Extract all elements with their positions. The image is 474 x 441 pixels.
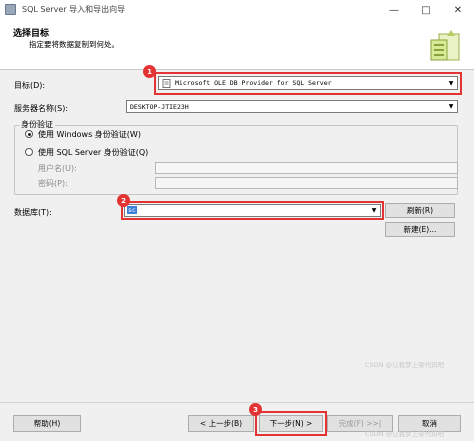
username-input[interactable] (155, 162, 458, 174)
annotation-marker-1: 1 (143, 65, 156, 78)
wizard-header: 选择目标 指定要将数据复制到何处。 (0, 20, 474, 70)
username-label: 用户名(U): (38, 164, 77, 173)
minimize-button[interactable]: — (378, 0, 410, 20)
help-button[interactable]: 帮助(H) (13, 415, 81, 432)
page-subtitle: 指定要将数据复制到何处。 (29, 40, 119, 49)
server-value: DESKTOP-JTIE23H (130, 102, 189, 111)
title-bar: SQL Server 导入和导出向导 — □ ✕ (0, 0, 474, 20)
app-icon (5, 4, 16, 15)
maximize-button[interactable]: □ (410, 0, 442, 20)
wizard-icon (430, 30, 460, 61)
server-combobox[interactable]: DESKTOP-JTIE23H ▼ (126, 100, 458, 113)
password-label: 密码(P): (38, 179, 68, 188)
page-title: 选择目标 (13, 29, 50, 39)
back-button[interactable]: < 上一步(B) (188, 415, 254, 432)
watermark-text-bottom: CSDN @让我梦上架代码吧 (365, 430, 445, 438)
new-database-button[interactable]: 新建(E)... (385, 222, 455, 237)
destination-label: 目标(D): (14, 81, 46, 90)
windows-auth-label[interactable]: 使用 Windows 身份验证(W) (38, 129, 141, 140)
footer-divider (0, 402, 474, 403)
annotation-marker-3: 3 (249, 403, 262, 416)
database-label: 数据库(T): (14, 208, 52, 217)
sql-auth-radio[interactable] (25, 148, 33, 156)
chevron-down-icon[interactable]: ▼ (446, 101, 456, 111)
server-label: 服务器名称(S): (14, 104, 69, 113)
windows-auth-radio[interactable] (25, 130, 33, 138)
close-button[interactable]: ✕ (442, 0, 474, 20)
window-title: SQL Server 导入和导出向导 (22, 5, 126, 14)
highlight-box-destination (154, 72, 462, 95)
refresh-button[interactable]: 刷新(R) (385, 203, 455, 218)
watermark-text: CSDN @让我梦上架代码吧 (365, 361, 445, 369)
sql-auth-label[interactable]: 使用 SQL Server 身份验证(Q) (38, 147, 148, 158)
highlight-box-next (255, 411, 327, 436)
annotation-marker-2: 2 (117, 194, 130, 207)
highlight-box-database (121, 201, 384, 220)
password-input[interactable] (155, 177, 458, 189)
